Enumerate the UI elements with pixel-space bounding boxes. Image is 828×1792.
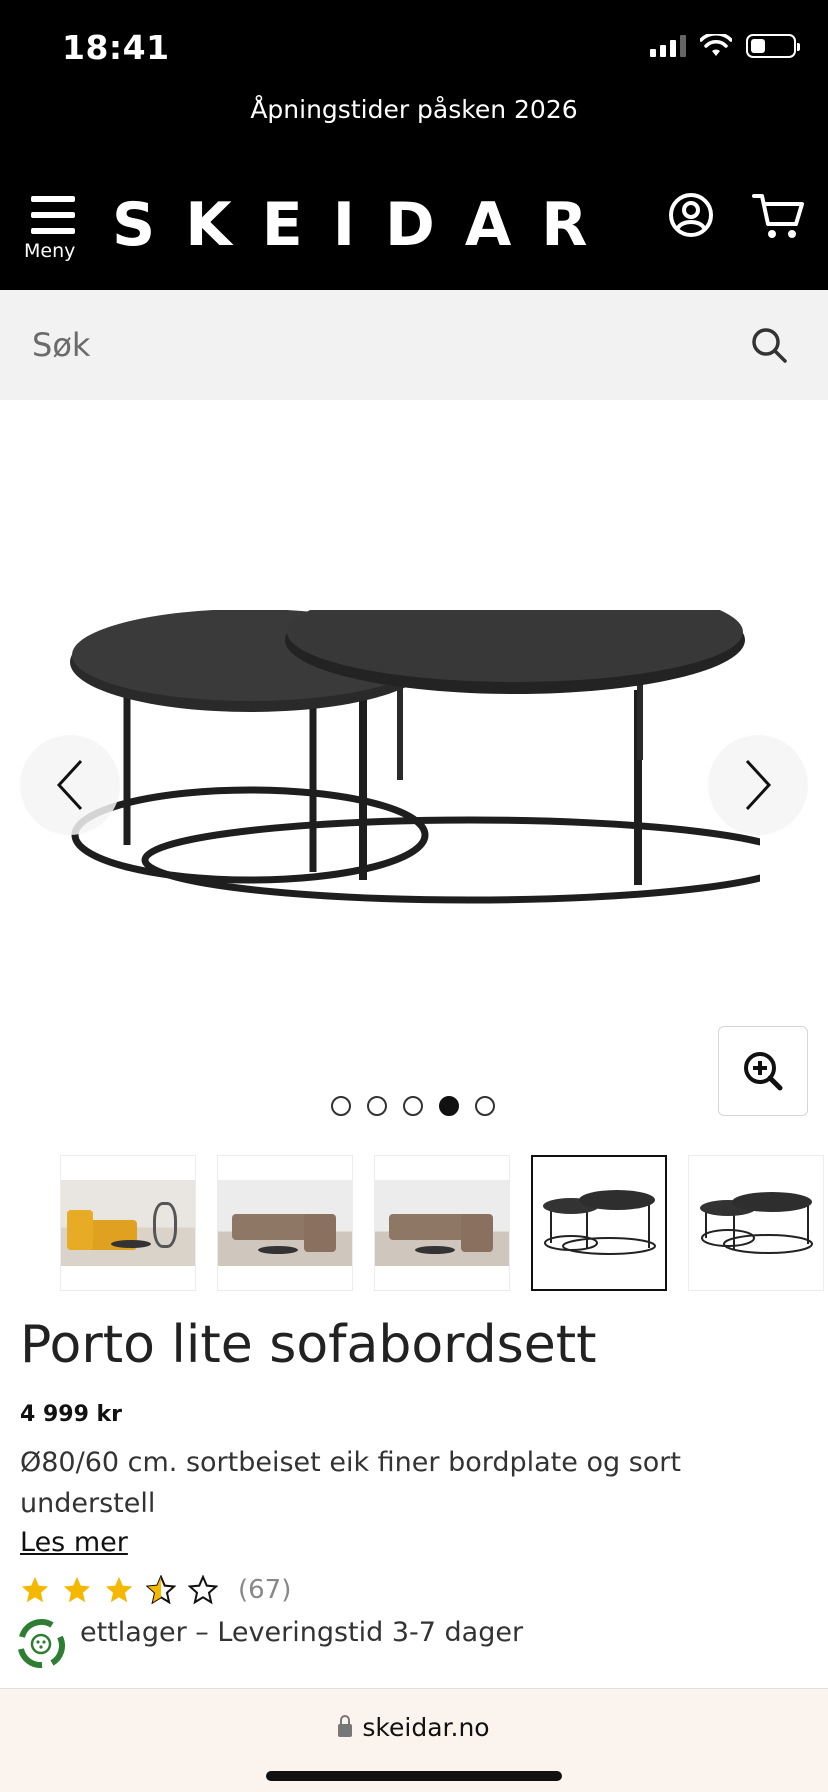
gallery-dot[interactable] — [475, 1096, 495, 1116]
eco-badge-icon[interactable] — [12, 1615, 70, 1673]
zoom-in-icon — [744, 1052, 783, 1091]
read-more-link[interactable]: Les mer — [20, 1527, 128, 1558]
thumbnail-1[interactable] — [60, 1155, 196, 1291]
product-rating[interactable]: (67) — [20, 1575, 291, 1605]
account-icon[interactable] — [668, 192, 714, 238]
site-header: Meny SKEIDAR — [0, 130, 828, 290]
thumbnail-5[interactable] — [688, 1155, 824, 1291]
gallery-dot-active[interactable] — [439, 1096, 459, 1116]
cellular-signal-icon — [650, 35, 686, 57]
thumbnail-image — [61, 1180, 195, 1266]
chevron-right-icon — [745, 759, 772, 811]
star-full-icon — [63, 1576, 91, 1603]
product-description: Ø80/60 cm. sortbeiset eik finer bordplat… — [20, 1447, 681, 1519]
star-full-icon — [105, 1576, 133, 1603]
home-indicator[interactable] — [266, 1771, 562, 1781]
announcement-banner[interactable]: Åpningstider påsken 2026 — [0, 90, 828, 130]
gallery-dot[interactable] — [403, 1096, 423, 1116]
url-text: skeidar.no — [362, 1713, 490, 1742]
product-gallery — [0, 400, 828, 1120]
chevron-left-icon — [56, 759, 83, 811]
wifi-icon — [700, 34, 732, 56]
browser-address-bar: skeidar.no — [0, 1688, 828, 1792]
gallery-dots — [331, 1096, 495, 1116]
star-full-icon — [21, 1576, 49, 1603]
gallery-next-button[interactable] — [708, 735, 808, 835]
review-count[interactable]: (67) — [238, 1575, 291, 1605]
hamburger-icon — [31, 196, 75, 234]
menu-button[interactable]: Meny — [24, 196, 82, 262]
status-bar: 18:41 — [0, 0, 828, 100]
status-time: 18:41 — [62, 28, 170, 67]
product-image[interactable] — [70, 610, 760, 950]
thumbnail-image — [218, 1180, 352, 1266]
menu-label: Meny — [24, 240, 76, 262]
zoom-button[interactable] — [718, 1026, 808, 1116]
product-price: 4 999 kr — [20, 1402, 123, 1427]
gallery-prev-button[interactable] — [20, 735, 120, 835]
thumbnail-2[interactable] — [217, 1155, 353, 1291]
site-logo[interactable]: SKEIDAR — [112, 190, 617, 260]
availability-text: ettlager – Leveringstid 3-7 dager — [80, 1617, 524, 1648]
gallery-dot[interactable] — [367, 1096, 387, 1116]
search-input[interactable] — [32, 315, 732, 375]
lock-icon — [338, 1715, 353, 1737]
status-icons — [650, 34, 800, 58]
cart-icon[interactable] — [752, 192, 804, 240]
star-empty-icon — [188, 1575, 218, 1605]
thumbnail-strip — [60, 1155, 824, 1291]
thumbnail-image — [700, 1192, 813, 1254]
star-half-icon — [146, 1575, 176, 1605]
thumbnail-image — [375, 1180, 509, 1266]
search-bar — [0, 290, 828, 400]
gallery-dot[interactable] — [331, 1096, 351, 1116]
thumbnail-image — [543, 1190, 656, 1255]
battery-icon — [746, 34, 800, 58]
url-field[interactable]: skeidar.no — [0, 1713, 828, 1742]
thumbnail-4[interactable] — [531, 1155, 667, 1291]
product-title: Porto lite sofabordsett — [20, 1315, 597, 1375]
search-icon[interactable] — [750, 326, 788, 364]
thumbnail-3[interactable] — [374, 1155, 510, 1291]
